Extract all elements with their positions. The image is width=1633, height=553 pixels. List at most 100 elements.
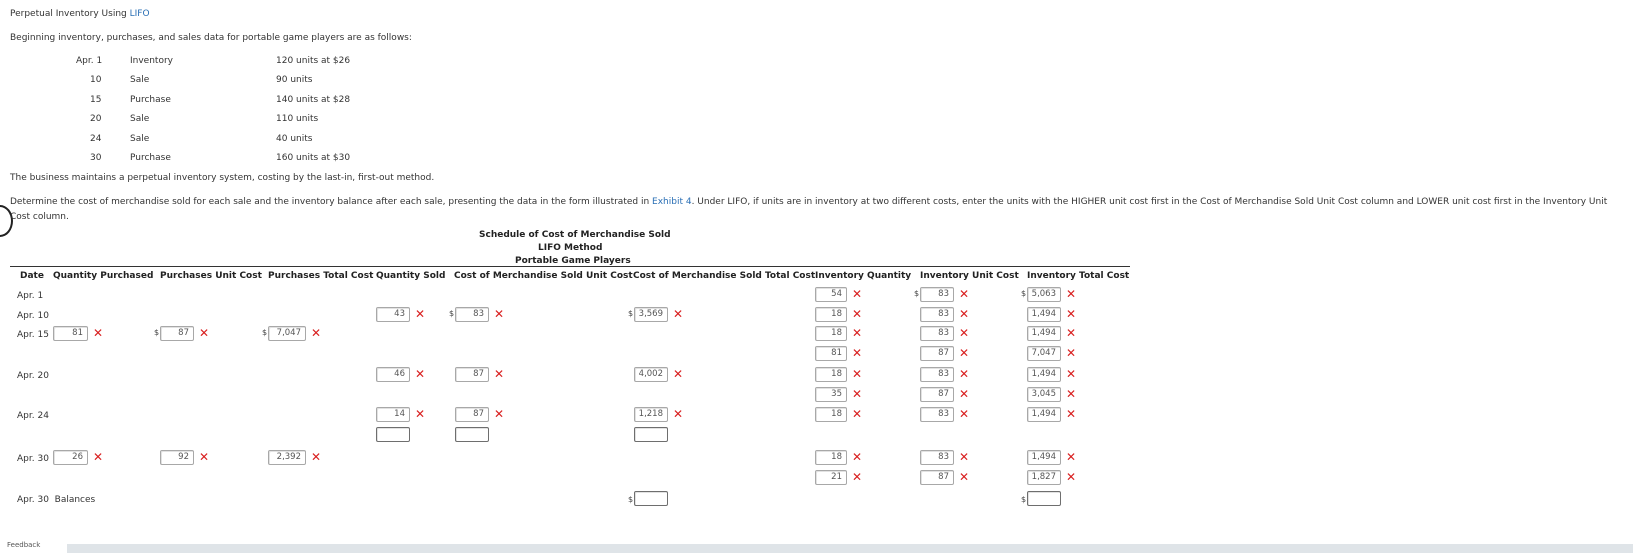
dollar-sign: $ [628,495,634,504]
inventory-unit-cost-input[interactable]: 83 [920,450,954,465]
incorrect-icon: ✕ [1066,367,1077,381]
dollar-sign: $ [449,309,455,318]
col-purchases-total-cost: Purchases Total Cost [268,271,374,281]
incorrect-icon: ✕ [959,307,970,321]
cms-unit-cost-input[interactable]: 87 [455,367,489,382]
inventory-unit-cost-input[interactable]: 83 [920,326,954,341]
inventory-total-cost-input[interactable]: 1,494 [1027,407,1061,422]
cms-unit-cost-input[interactable]: 87 [455,407,489,422]
incorrect-icon: ✕ [415,367,426,381]
quantity-purchased-input[interactable]: 81 [53,326,88,341]
incorrect-icon: ✕ [959,450,970,464]
inventory-quantity-input[interactable]: 21 [815,470,847,485]
dollar-sign: $ [628,309,634,318]
incorrect-icon: ✕ [673,367,684,381]
inventory-unit-cost-input[interactable]: 83 [920,407,954,422]
quantity-sold-input[interactable]: 14 [376,407,410,422]
purchases-total-cost-input[interactable]: 2,392 [268,450,306,465]
inventory-total-cost-input[interactable]: 1,494 [1027,367,1061,382]
feedback-bar: Feedback [7,541,1633,553]
inventory-total-cost-input[interactable]: 1,494 [1027,450,1061,465]
quantity-sold-input[interactable]: 43 [376,307,410,322]
col-date: Date [20,271,44,281]
quantity-purchased-input[interactable]: 26 [53,450,88,465]
incorrect-icon: ✕ [199,326,210,340]
inventory-unit-cost-input[interactable]: 83 [920,307,954,322]
incorrect-icon: ✕ [494,307,505,321]
purchases-unit-cost-input[interactable]: 87 [160,326,194,341]
incorrect-icon: ✕ [1066,387,1077,401]
incorrect-icon: ✕ [415,407,426,421]
incorrect-icon: ✕ [1066,307,1077,321]
incorrect-icon: ✕ [673,307,684,321]
incorrect-icon: ✕ [959,470,970,484]
quantity-sold-input-empty[interactable] [376,427,410,442]
dollar-sign: $ [154,328,160,337]
col-purchases-unit-cost: Purchases Unit Cost [160,271,262,281]
purchases-unit-cost-input[interactable]: 92 [160,450,194,465]
cms-total-cost-input[interactable]: 3,569 [634,307,668,322]
lifo-link[interactable]: LIFO [130,9,150,19]
incorrect-icon: ✕ [1066,407,1077,421]
inventory-unit-cost-input[interactable]: 83 [920,287,954,302]
incorrect-icon: ✕ [1066,287,1077,301]
incorrect-icon: ✕ [959,326,970,340]
event-detail: 40 units [276,134,313,144]
inventory-unit-cost-input[interactable]: 87 [920,470,954,485]
row-date: Apr. 15 [17,330,49,340]
incorrect-icon: ✕ [1066,450,1077,464]
quantity-sold-input[interactable]: 46 [376,367,410,382]
event-detail: 140 units at $28 [276,95,351,105]
incorrect-icon: ✕ [852,307,863,321]
incorrect-icon: ✕ [959,287,970,301]
inventory-unit-cost-input[interactable]: 83 [920,367,954,382]
inventory-total-cost-input[interactable]: 1,494 [1027,326,1061,341]
row-date: Apr. 20 [17,371,49,381]
incorrect-icon: ✕ [93,450,104,464]
schedule-title: Schedule of Cost of Merchandise Sold [479,230,671,240]
inventory-quantity-input[interactable]: 54 [815,287,847,302]
cms-unit-cost-input[interactable]: 83 [455,307,489,322]
event-detail: 120 units at $26 [276,56,351,66]
inventory-unit-cost-input[interactable]: 87 [920,346,954,361]
event-type: Inventory [130,56,173,66]
cms-total-cost-input[interactable]: 1,218 [634,407,668,422]
event-detail: 160 units at $30 [276,153,351,163]
incorrect-icon: ✕ [852,367,863,381]
cms-total-balance-input[interactable] [634,491,668,506]
event-date: 20 [90,114,102,124]
inventory-total-cost-input[interactable]: 7,047 [1027,346,1061,361]
inventory-quantity-input[interactable]: 18 [815,450,847,465]
incorrect-icon: ✕ [959,407,970,421]
inventory-total-balance-input[interactable] [1027,491,1061,506]
inventory-quantity-input[interactable]: 81 [815,346,847,361]
inventory-total-cost-input[interactable]: 1,827 [1027,470,1061,485]
inventory-quantity-input[interactable]: 18 [815,307,847,322]
feedback-label[interactable]: Feedback [7,541,40,549]
incorrect-icon: ✕ [852,450,863,464]
cms-unit-cost-input-empty[interactable] [455,427,489,442]
incorrect-icon: ✕ [311,450,322,464]
inventory-total-cost-input[interactable]: 1,494 [1027,307,1061,322]
purchases-total-cost-input[interactable]: 7,047 [268,326,306,341]
dollar-sign: $ [262,328,268,337]
inventory-quantity-input[interactable]: 18 [815,407,847,422]
incorrect-icon: ✕ [415,307,426,321]
inventory-quantity-input[interactable]: 35 [815,387,847,402]
incorrect-icon: ✕ [959,346,970,360]
inventory-total-cost-input[interactable]: 3,045 [1027,387,1061,402]
event-type: Sale [130,134,150,144]
exhibit-4-link[interactable]: Exhibit 4 [652,197,692,207]
cms-total-cost-input[interactable]: 4,002 [634,367,668,382]
inventory-quantity-input[interactable]: 18 [815,326,847,341]
event-detail: 90 units [276,75,313,85]
inventory-quantity-input[interactable]: 18 [815,367,847,382]
dollar-sign: $ [914,289,920,298]
cms-total-cost-input-empty[interactable] [634,427,668,442]
header-rule [10,266,1130,267]
event-type: Purchase [130,153,171,163]
inventory-unit-cost-input[interactable]: 87 [920,387,954,402]
event-type: Sale [130,114,150,124]
inventory-total-cost-input[interactable]: 5,063 [1027,287,1061,302]
event-date: 10 [90,75,102,85]
